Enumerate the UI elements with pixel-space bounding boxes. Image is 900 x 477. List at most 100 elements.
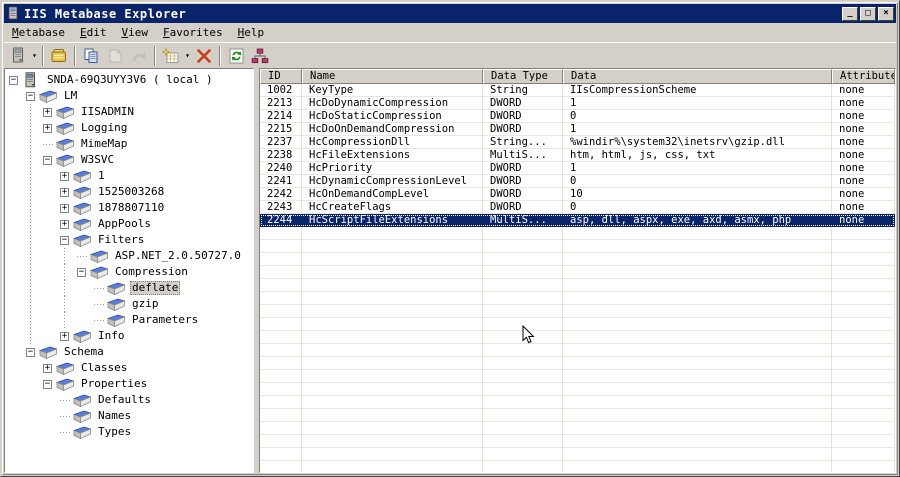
expand-icon[interactable]: + [43, 107, 52, 117]
paste-button[interactable] [103, 45, 127, 67]
tree-item-compression[interactable]: − Compression [5, 264, 253, 280]
tree-item-names[interactable]: Names [5, 408, 253, 424]
menu-item-edit[interactable]: Edit [73, 24, 115, 41]
undo-button[interactable] [127, 45, 151, 67]
collapse-icon[interactable]: − [9, 75, 18, 85]
table-row-2244[interactable]: 2244 HcScriptFileExtensions MultiS... asp, … [260, 214, 895, 227]
tree-item-1[interactable]: +1 [5, 168, 253, 184]
tree-item-properties[interactable]: − Properties [5, 376, 253, 392]
cell-data-type: DWORD [483, 97, 563, 110]
table-row-1002[interactable]: 1002 KeyType String IIsCompressionScheme non… [260, 84, 895, 97]
table-row-2242[interactable]: 2242 HcOnDemandCompLevel DWORD 10 none [260, 188, 895, 201]
tree-item-asp-net-2-0-50727-0[interactable]: ASP.NET_2.0.50727.0 [5, 248, 253, 264]
new-key-button[interactable] [159, 45, 183, 67]
tree-item-deflate[interactable]: deflate [5, 280, 253, 296]
tree-item-label: LM [64, 89, 78, 102]
tree-item-classes[interactable]: + Classes [5, 360, 253, 376]
collapse-icon[interactable]: − [43, 155, 52, 165]
table-row-empty[interactable] [260, 318, 895, 331]
tree-item-filters[interactable]: − Filters [5, 232, 253, 248]
tree-item-apppools[interactable]: + AppPools [5, 216, 253, 232]
refresh-button[interactable] [224, 45, 248, 67]
table-row-2213[interactable]: 2213 HcDoDynamicCompression DWORD 1 none [260, 97, 895, 110]
table-row-empty[interactable] [260, 370, 895, 383]
expand-icon[interactable]: + [60, 331, 69, 341]
table-row-empty[interactable] [260, 448, 895, 461]
connect-server-dropdown-arrow-icon[interactable]: ▾ [30, 51, 39, 60]
collapse-icon[interactable]: − [43, 379, 52, 389]
tree-item-gzip[interactable]: gzip [5, 296, 253, 312]
table-row-empty[interactable] [260, 344, 895, 357]
table-row-empty[interactable] [260, 240, 895, 253]
minimize-button[interactable]: _ [842, 6, 858, 21]
collapse-icon[interactable]: − [60, 235, 69, 245]
tree-item-1878807110[interactable]: +1878807110 [5, 200, 253, 216]
connect-server-button[interactable] [6, 45, 30, 67]
table-row-empty[interactable] [260, 461, 895, 472]
view-tree-button[interactable] [248, 45, 272, 67]
tree-item-types[interactable]: Types [5, 424, 253, 440]
collapse-icon[interactable]: − [77, 267, 86, 277]
collapse-icon[interactable]: − [26, 91, 35, 101]
table-row-empty[interactable] [260, 266, 895, 279]
tree-item-w3svc[interactable]: − W3SVC [5, 152, 253, 168]
column-header-name[interactable]: Name [302, 69, 483, 84]
table-row-empty[interactable] [260, 253, 895, 266]
table-row-2241[interactable]: 2241 HcDynamicCompressionLevel DWORD 0 none [260, 175, 895, 188]
tree-guide-line [64, 248, 65, 264]
table-row-empty[interactable] [260, 292, 895, 305]
close-button[interactable]: × [878, 6, 894, 21]
tree-item-mimemap[interactable]: MimeMap [5, 136, 253, 152]
table-row-empty[interactable] [260, 357, 895, 370]
tree-item-defaults[interactable]: Defaults [5, 392, 253, 408]
table-row-empty[interactable] [260, 383, 895, 396]
new-key-dropdown-arrow-icon[interactable]: ▾ [183, 51, 192, 60]
expand-icon[interactable]: + [43, 123, 52, 133]
expand-icon[interactable]: + [60, 187, 69, 197]
column-header-data[interactable]: Data [563, 69, 832, 84]
maximize-button[interactable]: □ [860, 6, 876, 21]
cell-attributes: none [832, 84, 895, 97]
table-row-empty[interactable] [260, 227, 895, 240]
copy-button[interactable] [79, 45, 103, 67]
tree-item-lm[interactable]: − LM [5, 88, 253, 104]
table-row-empty[interactable] [260, 422, 895, 435]
table-row-empty[interactable] [260, 396, 895, 409]
column-header-data-type[interactable]: Data Type [483, 69, 563, 84]
table-row-empty[interactable] [260, 305, 895, 318]
menu-item-view[interactable]: View [114, 24, 156, 41]
tree-item-iisadmin[interactable]: + IISADMIN [5, 104, 253, 120]
menu-item-help[interactable]: Help [231, 24, 273, 41]
tree-item-logging[interactable]: + Logging [5, 120, 253, 136]
tree-guide-line [30, 328, 31, 344]
expand-icon[interactable]: + [60, 219, 69, 229]
expand-icon[interactable]: + [60, 171, 69, 181]
table-row-empty[interactable] [260, 279, 895, 292]
expand-icon[interactable]: + [43, 363, 52, 373]
table-row-2237[interactable]: 2237 HcCompressionDll String... %windir%\sy… [260, 136, 895, 149]
table-row-empty[interactable] [260, 331, 895, 344]
cell-name: HcDynamicCompressionLevel [302, 175, 483, 188]
table-row-2240[interactable]: 2240 HcPriority DWORD 1 none [260, 162, 895, 175]
tree-item-schema[interactable]: − Schema [5, 344, 253, 360]
title-bar[interactable]: IIS Metabase Explorer _ □ × [4, 4, 896, 23]
empty-cell [563, 448, 832, 461]
menu-item-metabase[interactable]: Metabase [5, 24, 73, 41]
table-row-2238[interactable]: 2238 HcFileExtensions MultiS... htm, html, … [260, 149, 895, 162]
collapse-icon[interactable]: − [26, 347, 35, 357]
delete-button[interactable] [192, 45, 216, 67]
table-row-2243[interactable]: 2243 HcCreateFlags DWORD 0 none [260, 201, 895, 214]
table-row-2214[interactable]: 2214 HcDoStaticCompression DWORD 0 none [260, 110, 895, 123]
open-button[interactable] [47, 45, 71, 67]
tree-item-1525003268[interactable]: +1525003268 [5, 184, 253, 200]
table-row-empty[interactable] [260, 435, 895, 448]
menu-item-favorites[interactable]: Favorites [156, 24, 231, 41]
tree-item-parameters[interactable]: Parameters [5, 312, 253, 328]
table-row-empty[interactable] [260, 409, 895, 422]
expand-icon[interactable]: + [60, 203, 69, 213]
tree-item-info[interactable]: + Info [5, 328, 253, 344]
tree-item-snda-69q3uyy3v6-local[interactable]: − SNDA-69Q3UYY3V6 ( local ) [5, 72, 253, 88]
column-header-id[interactable]: ID [260, 69, 302, 84]
column-header-attributes[interactable]: Attributes [832, 69, 895, 84]
table-row-2215[interactable]: 2215 HcDoOnDemandCompression DWORD 1 none [260, 123, 895, 136]
